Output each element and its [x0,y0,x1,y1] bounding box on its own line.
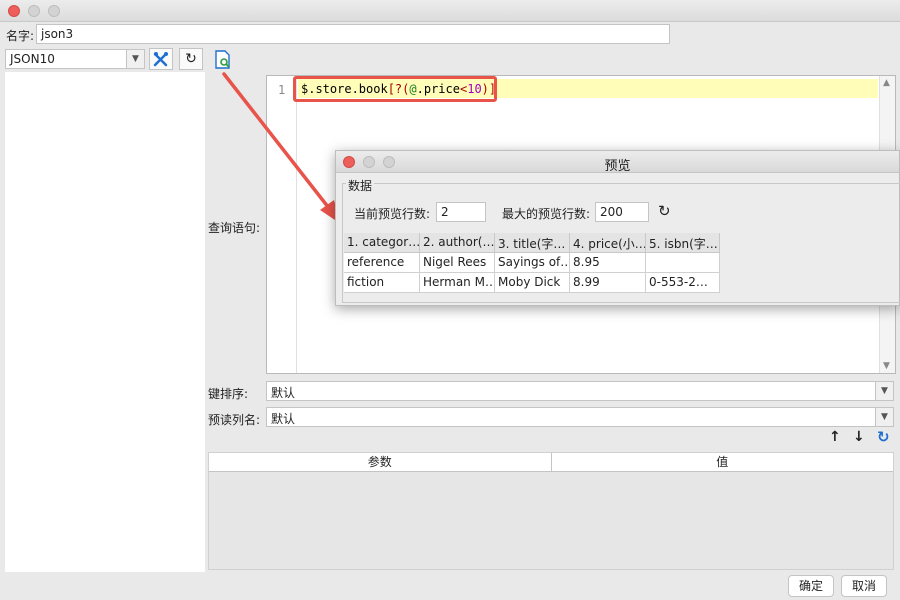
current-rows-label: 当前预览行数: [354,207,431,221]
params-table-header: 参数 值 [209,453,893,472]
param-column-header[interactable]: 参数 [209,453,552,471]
preview-dialog-titlebar: 预览 [336,151,899,174]
connection-select-value: JSON10 [10,52,55,66]
max-rows-label: 最大的预览行数: [502,207,591,221]
table-cell: 8.95 [570,253,646,273]
refresh-params-icon[interactable]: ↻ [877,428,890,446]
value-column-header[interactable]: 值 [552,453,894,471]
cancel-button[interactable]: 取消 [841,575,887,597]
tools-icon [153,52,168,67]
refresh-connection-button[interactable]: ↻ [179,48,203,70]
window-titlebar [0,0,900,22]
refresh-preview-icon[interactable]: ↻ [658,202,671,220]
close-window-button[interactable] [8,5,20,17]
connection-tree-panel[interactable] [5,72,205,572]
annotation-arrow [222,72,341,224]
minimize-window-button[interactable] [28,5,40,17]
current-rows-input[interactable]: 2 [436,202,486,222]
preview-dialog-title: 预览 [604,159,631,174]
params-table[interactable]: 参数 值 [208,452,894,570]
chevron-down-icon[interactable]: ▼ [875,382,893,400]
preview-dialog: 预览 数据 当前预览行数: 2 最大的预览行数: 200 ↻ 1. catego… [335,150,900,306]
zoom-window-button[interactable] [48,5,60,17]
table-cell [646,253,720,273]
name-input[interactable]: json3 [36,24,670,44]
preread-select[interactable]: 默认 ▼ [266,407,894,427]
scroll-up-icon[interactable]: ▲ [883,78,890,88]
scroll-down-icon[interactable]: ▼ [883,361,890,371]
table-row[interactable]: fiction Herman M… Moby Dick 8.99 0-553-2… [344,273,724,293]
edit-connection-button[interactable] [149,48,173,70]
column-header[interactable]: 5. isbn(字… [646,233,720,253]
preread-value: 默认 [271,412,296,426]
column-header[interactable]: 2. author(… [420,233,495,253]
arrow-up-icon[interactable]: ↑ [829,429,841,445]
arrow-down-icon[interactable]: ↓ [853,429,865,445]
preview-button[interactable] [214,50,232,70]
table-cell: Herman M… [420,273,495,293]
table-cell: Nigel Rees [420,253,495,273]
max-rows-input[interactable]: 200 [595,202,649,222]
key-sort-select[interactable]: 默认 ▼ [266,381,894,401]
table-cell: 8.99 [570,273,646,293]
column-header[interactable]: 1. categor… [344,233,420,253]
chevron-down-icon[interactable]: ▼ [126,50,144,68]
column-header[interactable]: 4. price(小… [570,233,646,253]
table-cell: Sayings of… [495,253,570,273]
ok-button[interactable]: 确定 [788,575,834,597]
preview-table: 1. categor… 2. author(… 3. title(字… 4. p… [344,233,724,293]
preread-label: 预读列名: [208,413,261,427]
table-row[interactable]: reference Nigel Rees Sayings of… 8.95 [344,253,724,273]
table-cell: Moby Dick [495,273,570,293]
data-group-label: 数据 [346,177,375,194]
chevron-down-icon[interactable]: ▼ [875,408,893,426]
connection-select[interactable]: JSON10 ▼ [5,49,145,69]
key-sort-value: 默认 [271,386,296,400]
name-label: 名字: [6,29,35,43]
document-preview-icon [215,50,230,69]
table-cell: reference [344,253,420,273]
column-header[interactable]: 3. title(字… [495,233,570,253]
table-cell: fiction [344,273,420,293]
table-cell: 0-553-2… [646,273,720,293]
refresh-icon: ↻ [185,51,197,67]
key-sort-label: 键排序: [208,387,249,401]
table-header-row: 1. categor… 2. author(… 3. title(字… 4. p… [344,233,724,253]
